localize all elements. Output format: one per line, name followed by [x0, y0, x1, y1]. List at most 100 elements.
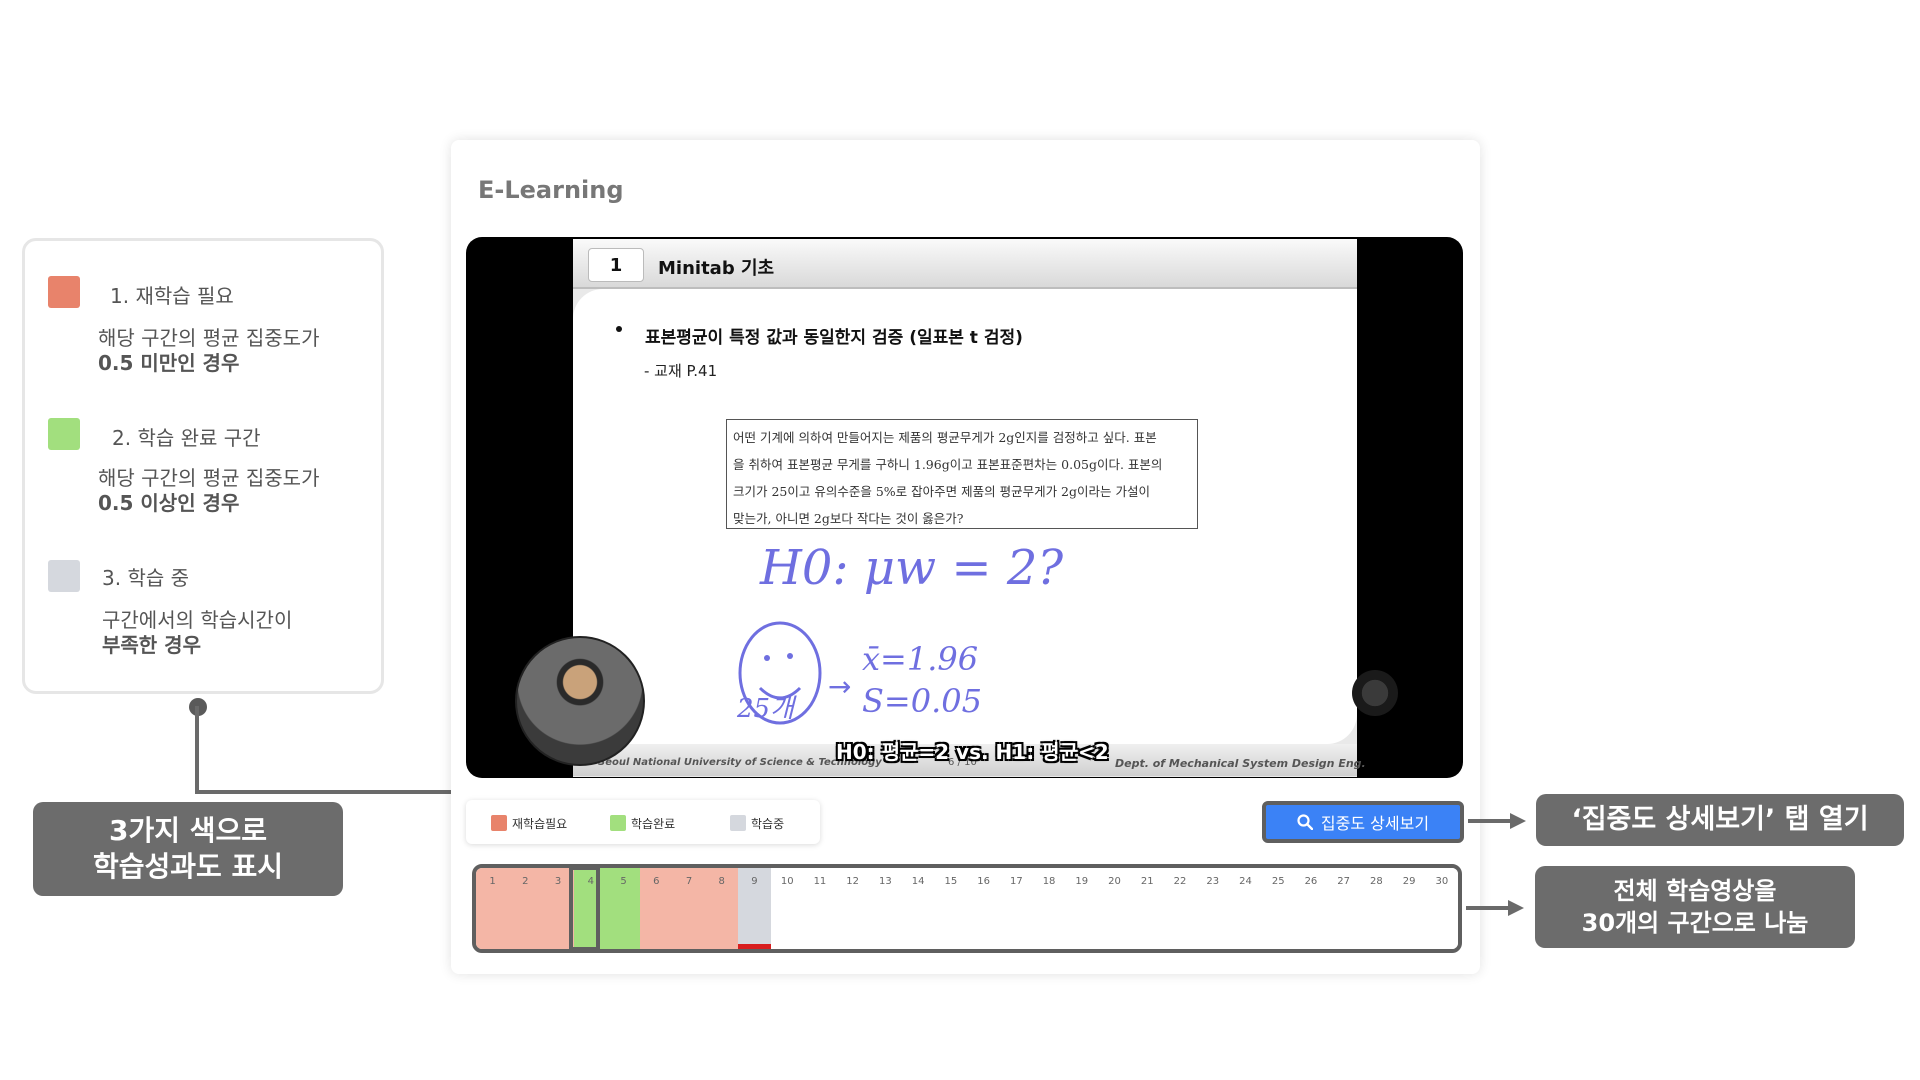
timeline-segment[interactable]: 2 — [508, 868, 542, 949]
timeline-segment[interactable]: 11 — [803, 868, 837, 949]
concentration-detail-button[interactable]: 집중도 상세보기 — [1262, 801, 1464, 843]
handwriting-s: S=0.05 — [862, 682, 982, 720]
timeline-segment-label: 1 — [489, 876, 496, 887]
timeline-segment-label: 2 — [522, 876, 529, 887]
timeline-segment[interactable]: 14 — [901, 868, 935, 949]
video-subtitle: H0: 평균=2 vs. H1: 평균<2 — [836, 740, 1109, 764]
timeline-segment-label: 20 — [1108, 876, 1121, 887]
slide-reference: - 교재 P.41 — [644, 362, 718, 380]
legend-item-complete-title: 2. 학습 완료 구간 — [112, 426, 261, 450]
timeline-segment[interactable]: 17 — [999, 868, 1033, 949]
timeline-segment[interactable]: 10 — [770, 868, 804, 949]
relearn-swatch — [48, 276, 80, 308]
slide-title: Minitab 기초 — [658, 258, 775, 279]
legend-item-relearn-desc: 해당 구간의 평균 집중도가 0.5 미만인 경우 — [98, 326, 320, 375]
timeline-segment-label: 22 — [1173, 876, 1187, 887]
complete-chip-swatch — [610, 815, 626, 831]
app-title: E-Learning — [478, 176, 624, 204]
timeline-segment[interactable]: 25 — [1261, 868, 1295, 949]
timeline-segment-label: 14 — [911, 876, 925, 887]
learning-chip-label: 학습중 — [751, 817, 785, 831]
instructor-webcam — [515, 636, 645, 766]
timeline-segment[interactable]: 21 — [1130, 868, 1164, 949]
timeline-segment-label: 29 — [1402, 876, 1416, 887]
legend-item-learning-title: 3. 학습 중 — [102, 566, 189, 590]
timeline-segment[interactable]: 30 — [1425, 868, 1458, 949]
timeline-segment-label: 17 — [1009, 876, 1023, 887]
timeline-segment[interactable]: 22 — [1163, 868, 1197, 949]
timeline-segment[interactable]: 26 — [1294, 868, 1328, 949]
timeline-segment-label: 21 — [1140, 876, 1154, 887]
bullet-icon — [616, 326, 622, 332]
timeline-segment-label: 16 — [977, 876, 990, 887]
arrow-line — [1468, 819, 1512, 823]
handwriting-xbar: x̄=1.96 — [862, 640, 979, 678]
timeline-segment[interactable]: 16 — [967, 868, 1001, 949]
timeline-segment-label: 5 — [620, 876, 627, 887]
timeline-segment-label: 25 — [1271, 876, 1285, 887]
segment-highlight — [569, 866, 600, 951]
timeline-segment[interactable]: 18 — [1032, 868, 1066, 949]
handwriting-sample-size: 25개 — [737, 694, 795, 724]
playback-progress-bar[interactable] — [737, 944, 771, 949]
arrow-right-icon — [1508, 900, 1524, 916]
timeline-segment[interactable]: 12 — [836, 868, 870, 949]
timeline-segment-label: 23 — [1206, 876, 1220, 887]
arrow-sketch-icon: → — [828, 670, 852, 703]
problem-box: 어떤 기계에 의하여 만들어지는 제품의 평균무게가 2g인지를 검정하고 싶다… — [726, 419, 1198, 529]
arrow-line — [1466, 906, 1510, 910]
timeline-segment-label: 9 — [751, 876, 758, 887]
legend-item-learning-desc: 구간에서의 학습시간이 부족한 경우 — [102, 608, 293, 657]
timeline-segment[interactable]: 20 — [1097, 868, 1132, 949]
complete-chip-label: 학습완료 — [631, 817, 676, 831]
timeline-segment-label: 10 — [780, 876, 794, 887]
legend-item-complete-desc: 해당 구간의 평균 집중도가 0.5 이상인 경우 — [98, 466, 320, 515]
learning-chip-swatch — [730, 815, 746, 831]
timeline-segment[interactable]: 9 — [737, 868, 772, 949]
timeline-segment-label: 7 — [685, 876, 693, 887]
slide-bullet: 표본평균이 특정 값과 동일한지 검증 (일표본 t 검정) — [645, 328, 1023, 348]
connector-line — [195, 706, 199, 794]
timeline-segment[interactable]: 1 — [476, 868, 510, 949]
timeline-segment[interactable]: 15 — [934, 868, 968, 949]
timeline-segment-label: 6 — [653, 876, 660, 887]
detail-button-label: 집중도 상세보기 — [1320, 814, 1430, 833]
timeline-segment[interactable]: 13 — [868, 868, 903, 949]
timeline-segment-label: 11 — [813, 876, 827, 887]
slide-number: 1 — [588, 248, 644, 282]
timeline-segment-label: 24 — [1239, 876, 1252, 887]
timeline-segment[interactable]: 27 — [1327, 868, 1361, 949]
timeline-segment-label: 13 — [879, 876, 892, 887]
timeline-segment-label: 19 — [1075, 876, 1089, 887]
handwriting-hypothesis: H0: μw = 2? — [760, 540, 1064, 596]
timeline-segment-label: 30 — [1435, 876, 1449, 887]
timeline-segment[interactable]: 19 — [1065, 868, 1099, 949]
timeline-segment[interactable]: 6 — [639, 868, 673, 949]
concentration-timeline: 1 2 3 4 5 6 7 8 9 10 11 12 13 14 15 16 17 18 19 20 21 22 23 24 2… — [472, 864, 1462, 953]
footer-department: Dept. of Mechanical System Design Eng. — [1115, 757, 1366, 770]
timeline-segment-label: 28 — [1370, 876, 1383, 887]
timeline-segment[interactable]: 5 — [606, 868, 641, 949]
timeline-segment[interactable]: 28 — [1359, 868, 1394, 949]
complete-swatch — [48, 418, 80, 450]
legend-item-relearn-title: 1. 재학습 필요 — [110, 284, 234, 308]
pen-tool-icon[interactable] — [1352, 670, 1398, 716]
timeline-segment-label: 12 — [846, 876, 860, 887]
timeline-segment[interactable]: 29 — [1392, 868, 1426, 949]
timeline-segment[interactable]: 23 — [1196, 868, 1230, 949]
relearn-chip-label: 재학습필요 — [512, 817, 568, 831]
timeline-segment-label: 8 — [718, 876, 725, 887]
timeline-segment[interactable]: 8 — [705, 868, 739, 949]
relearn-chip-swatch — [491, 815, 507, 831]
timeline-segment-label: 27 — [1337, 876, 1351, 887]
timeline-segment-label: 15 — [944, 876, 958, 887]
learning-swatch — [48, 560, 80, 592]
segments-callout: 전체 학습영상을 30개의 구간으로 나눔 — [1535, 866, 1855, 948]
timeline-segment[interactable]: 7 — [672, 868, 706, 949]
search-icon — [1297, 814, 1313, 830]
tab-callout: ‘집중도 상세보기’ 탭 열기 — [1536, 794, 1904, 846]
arrow-right-icon — [1510, 813, 1526, 829]
timeline-segment-label: 18 — [1042, 876, 1056, 887]
timeline-segment-label: 26 — [1304, 876, 1318, 887]
timeline-segment[interactable]: 24 — [1228, 868, 1263, 949]
